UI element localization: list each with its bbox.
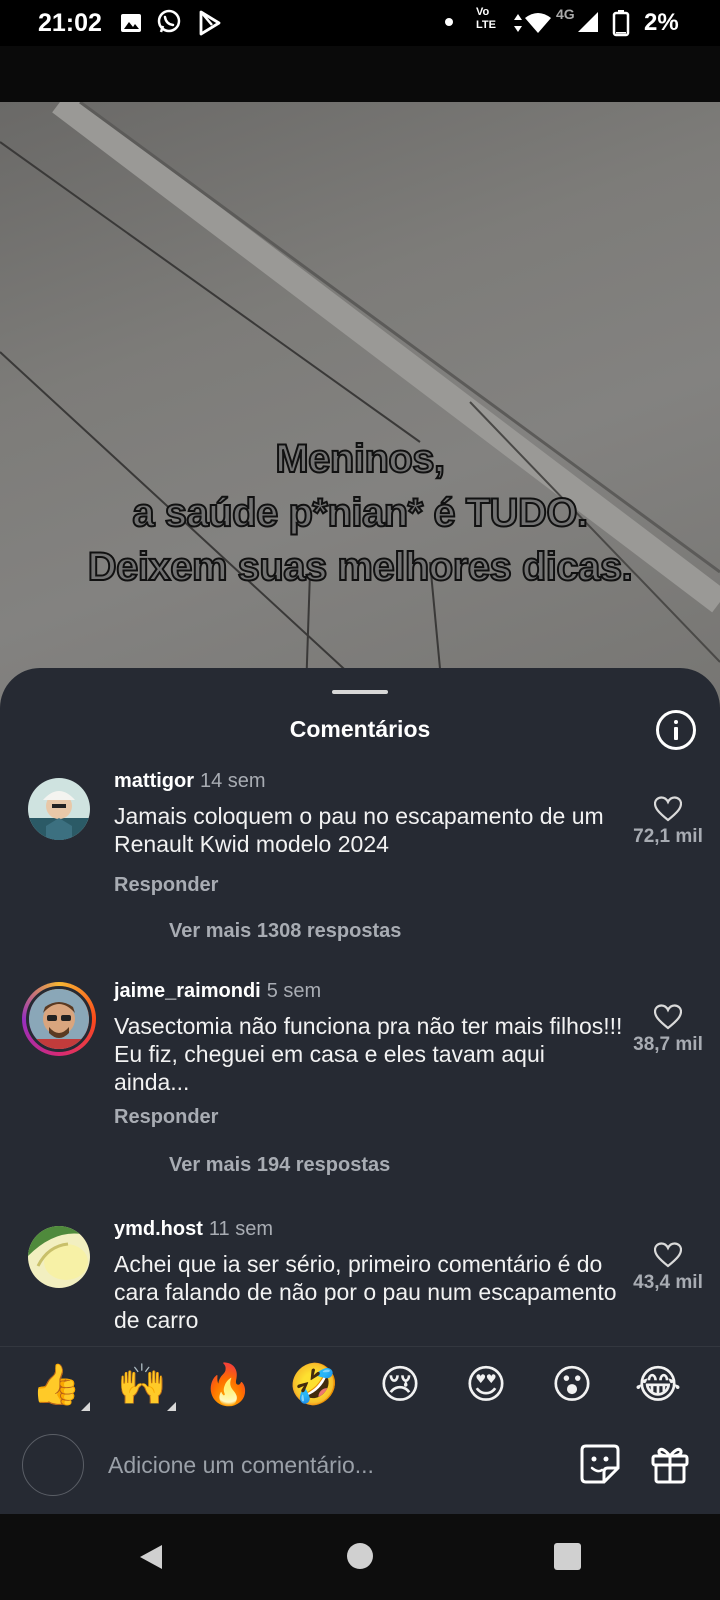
battery-icon bbox=[612, 10, 630, 37]
reaction-sad[interactable]: 😢 bbox=[372, 1357, 428, 1413]
comment-time: 5 sem bbox=[266, 980, 322, 1002]
comment-item: jaime_raimondi 5 sem Vasectomia não funci… bbox=[0, 978, 720, 1178]
view-more-replies[interactable]: Ver mais 1308 respostas bbox=[169, 920, 401, 943]
volte-indicator: Vo LTE bbox=[476, 6, 506, 38]
reaction-emoji: 👍 bbox=[31, 1362, 81, 1408]
quick-reactions-bar: 👍 🙌 🔥 🤣 😢 😍 😮 😂 bbox=[0, 1346, 720, 1422]
like-button[interactable]: 72,1 mil bbox=[626, 796, 710, 848]
variant-corner-icon bbox=[81, 1402, 90, 1411]
avatar-image bbox=[29, 989, 89, 1049]
comment-time: 11 sem bbox=[208, 1218, 274, 1240]
play-store-icon bbox=[199, 10, 221, 36]
view-more-replies[interactable]: Ver mais 194 respostas bbox=[169, 1154, 390, 1177]
sheet-title: Comentários bbox=[289, 716, 431, 742]
reaction-fire[interactable]: 🔥 bbox=[200, 1357, 256, 1413]
recents-icon[interactable] bbox=[554, 1543, 581, 1570]
volte-label: Vo bbox=[476, 6, 490, 18]
data-arrows-icon bbox=[514, 14, 522, 32]
reaction-rofl[interactable]: 🤣 bbox=[286, 1357, 342, 1413]
reaction-emoji: 😂 bbox=[634, 1362, 682, 1408]
like-count: 43,4 mil bbox=[633, 1272, 703, 1293]
reaction-heart-eyes[interactable]: 😍 bbox=[458, 1357, 514, 1413]
video-player[interactable]: Meninos, a saúde p*nian* é TUDO. Deixem … bbox=[0, 102, 720, 722]
drag-handle[interactable] bbox=[332, 690, 388, 694]
comment-text: Achei que ia ser sério, primeiro comentá… bbox=[114, 1251, 617, 1333]
notification-dot-icon bbox=[445, 18, 453, 26]
reaction-emoji: 🙌 bbox=[117, 1362, 167, 1408]
like-button[interactable]: 43,4 mil bbox=[626, 1242, 710, 1294]
comment-text: Vasectomia não funciona pra não ter mais… bbox=[114, 1013, 623, 1095]
reply-button[interactable]: Responder bbox=[114, 1106, 218, 1129]
reply-button[interactable]: Responder bbox=[114, 874, 218, 897]
variant-corner-icon bbox=[167, 1402, 176, 1411]
comment-text: Jamais coloquem o pau no escapamento de … bbox=[114, 803, 604, 857]
caption-line-3: Deixem suas melhores dicas. bbox=[87, 544, 634, 590]
avatar[interactable] bbox=[28, 1226, 90, 1288]
system-nav-bar bbox=[0, 1514, 720, 1600]
reaction-raised-hands[interactable]: 🙌 bbox=[114, 1357, 176, 1413]
reaction-emoji: 🤣 bbox=[289, 1362, 339, 1408]
comment-username[interactable]: ymd.host bbox=[114, 1218, 203, 1240]
comment-item: mattigor 14 sem Jamais coloquem o pau no … bbox=[0, 768, 720, 958]
reaction-emoji: 😍 bbox=[465, 1362, 507, 1408]
like-count: 38,7 mil bbox=[633, 1034, 703, 1055]
battery-percent: 2% bbox=[644, 9, 679, 36]
heart-icon bbox=[654, 1242, 682, 1268]
signal-type-label: 4G bbox=[556, 6, 575, 22]
avatar-image bbox=[28, 1226, 90, 1288]
avatar bbox=[26, 986, 92, 1052]
comment-header: jaime_raimondi 5 sem bbox=[114, 980, 321, 1003]
reaction-emoji: 😢 bbox=[379, 1362, 421, 1408]
comment-time: 14 sem bbox=[200, 770, 266, 792]
video-background-lines bbox=[0, 102, 720, 722]
like-count: 72,1 mil bbox=[633, 826, 703, 847]
lte-label: LTE bbox=[476, 19, 496, 31]
whatsapp-icon bbox=[157, 9, 181, 33]
comment-item: ymd.host 11 sem Achei que ia ser sério, p… bbox=[0, 1216, 720, 1346]
video-top-bar bbox=[0, 46, 720, 102]
info-icon[interactable] bbox=[656, 710, 696, 750]
wifi-icon bbox=[525, 13, 551, 33]
back-icon[interactable] bbox=[136, 1542, 166, 1572]
home-icon[interactable] bbox=[347, 1543, 373, 1569]
caption-line-2: a saúde p*nian* é TUDO. bbox=[131, 490, 589, 536]
like-button[interactable]: 38,7 mil bbox=[626, 1004, 710, 1056]
avatar-image bbox=[28, 778, 90, 840]
sticker-icon[interactable] bbox=[578, 1442, 622, 1486]
gallery-icon bbox=[121, 14, 141, 32]
comment-header: ymd.host 11 sem bbox=[114, 1218, 273, 1241]
comment-input[interactable] bbox=[108, 1442, 548, 1488]
comment-username[interactable]: mattigor bbox=[114, 770, 194, 792]
reaction-thumbs-up[interactable]: 👍 bbox=[28, 1357, 90, 1413]
reaction-surprised[interactable]: 😮 bbox=[544, 1357, 600, 1413]
reaction-emoji: 🔥 bbox=[203, 1362, 253, 1408]
reaction-joy[interactable]: 😂 bbox=[630, 1357, 686, 1413]
cell-signal-icon bbox=[578, 12, 598, 32]
heart-icon bbox=[654, 1004, 682, 1030]
gift-icon[interactable] bbox=[648, 1442, 692, 1486]
caption-line-1: Meninos, bbox=[274, 436, 446, 482]
comment-header: mattigor 14 sem bbox=[114, 770, 266, 793]
heart-icon bbox=[654, 796, 682, 822]
comment-username[interactable]: jaime_raimondi bbox=[114, 980, 261, 1002]
my-avatar bbox=[22, 1434, 84, 1496]
status-time: 21:02 bbox=[38, 9, 102, 37]
avatar[interactable] bbox=[28, 778, 90, 840]
video-caption: Meninos, a saúde p*nian* é TUDO. Deixem … bbox=[0, 432, 720, 594]
comments-list[interactable]: mattigor 14 sem Jamais coloquem o pau no … bbox=[0, 768, 720, 1346]
avatar-story-ring[interactable] bbox=[22, 982, 96, 1056]
reaction-emoji: 😮 bbox=[551, 1362, 593, 1408]
comment-composer bbox=[0, 1422, 720, 1514]
status-bar: 21:02 Vo LTE 4G 2% bbox=[0, 0, 720, 46]
